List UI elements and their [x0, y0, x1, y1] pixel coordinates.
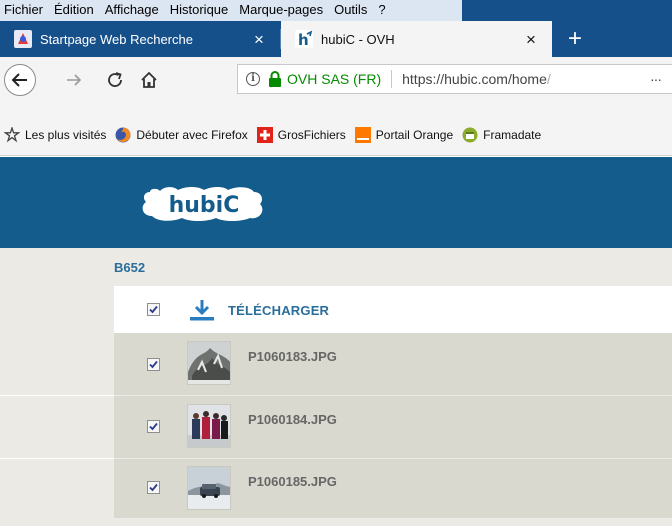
file-checkbox[interactable] [147, 481, 160, 494]
home-button[interactable] [136, 67, 162, 93]
check-icon [149, 360, 158, 369]
bookmark-label: Débuter avec Firefox [136, 127, 248, 142]
swiss-cross-icon [256, 126, 273, 143]
close-icon[interactable]: × [522, 31, 540, 48]
file-thumbnail[interactable] [187, 466, 231, 510]
download-icon[interactable] [188, 298, 216, 322]
bookmark-les-plus-visites[interactable]: Les plus visités [4, 126, 107, 143]
tab-title: Startpage Web Recherche [40, 31, 193, 47]
file-row[interactable]: P1060183.JPG [0, 333, 672, 395]
url-faded: / [546, 71, 551, 87]
file-name[interactable]: P1060185.JPG [248, 474, 337, 489]
menu-item-help[interactable]: ? [378, 2, 385, 17]
startpage-icon [14, 30, 32, 48]
page-bottom-strip [0, 518, 672, 526]
check-icon [149, 422, 158, 431]
file-thumbnail[interactable] [187, 341, 231, 385]
reload-icon [108, 72, 122, 87]
bookmark-label: Portail Orange [375, 127, 454, 142]
menu-item-affichage[interactable]: Affichage [105, 2, 159, 17]
url-bar[interactable]: i OVH SAS (FR) https://hubic.com/home/ ·… [237, 64, 672, 94]
bookmark-label: Framadate [483, 127, 542, 142]
identity-label[interactable]: OVH SAS (FR) [287, 71, 381, 87]
file-toolbar: TÉLÉCHARGER [0, 286, 672, 333]
file-thumbnail[interactable] [187, 404, 231, 448]
logo-text: hubiC [169, 193, 240, 218]
url-main: https://hubic.com/home [402, 71, 547, 87]
arrow-left-icon [11, 73, 27, 87]
file-checkbox[interactable] [147, 358, 160, 371]
menu-item-outils[interactable]: Outils [334, 2, 367, 17]
bookmarks-toolbar: Les plus visités Débuter avec Firefox Gr… [0, 114, 672, 156]
arrow-right-icon [67, 74, 82, 86]
tab-bar: Startpage Web Recherche × h hubiC - OVH … [0, 21, 672, 57]
bookmark-grosfichiers[interactable]: GrosFichiers [256, 126, 346, 143]
check-icon [149, 483, 158, 492]
navigation-bar: i OVH SAS (FR) https://hubic.com/home/ ·… [0, 57, 672, 114]
framadate-icon [462, 127, 478, 143]
orange-icon [354, 126, 371, 143]
firefox-icon [115, 127, 131, 143]
tab-title: hubiC - OVH [321, 31, 395, 47]
menu-item-fichier[interactable]: Fichier [4, 2, 43, 17]
hubic-header: hubiC [0, 157, 672, 248]
url-separator [391, 70, 393, 88]
back-button[interactable] [4, 64, 36, 96]
breadcrumb[interactable]: B652 [114, 260, 145, 275]
gear-star-icon [4, 126, 20, 143]
breadcrumb-bar: B652 [0, 248, 672, 286]
info-icon[interactable]: i [246, 72, 260, 86]
more-icon[interactable]: ··· [650, 71, 672, 87]
file-row[interactable]: P1060185.JPG [0, 459, 672, 518]
download-button[interactable]: TÉLÉCHARGER [228, 303, 329, 318]
close-icon[interactable]: × [250, 31, 268, 48]
menu-item-historique[interactable]: Historique [170, 2, 229, 17]
lock-icon[interactable] [268, 71, 282, 87]
tab-startpage[interactable]: Startpage Web Recherche × [0, 21, 280, 57]
bookmark-portail-orange[interactable]: Portail Orange [354, 126, 454, 143]
check-icon [149, 305, 158, 314]
file-name[interactable]: P1060184.JPG [248, 412, 337, 427]
bookmark-debuter-avec-firefox[interactable]: Débuter avec Firefox [115, 127, 248, 143]
bookmark-framadate[interactable]: Framadate [462, 127, 541, 143]
reload-button[interactable] [102, 67, 128, 93]
menu-bar: Fichier Édition Affichage Historique Mar… [0, 0, 672, 21]
file-name[interactable]: P1060183.JPG [248, 349, 337, 364]
select-all-checkbox[interactable] [147, 303, 160, 316]
file-checkbox[interactable] [147, 420, 160, 433]
bookmark-label: GrosFichiers [277, 127, 346, 142]
menu-item-edition[interactable]: Édition [54, 2, 94, 17]
new-tab-button[interactable]: + [560, 21, 590, 57]
hubic-h-icon: h [295, 30, 313, 48]
home-icon [141, 71, 157, 88]
url-text[interactable]: https://hubic.com/home/ [402, 71, 650, 87]
file-row[interactable]: P1060184.JPG [0, 396, 672, 458]
menu-item-marque-pages[interactable]: Marque-pages [239, 2, 323, 17]
forward-button[interactable] [61, 67, 87, 93]
hubic-logo[interactable]: hubiC [140, 186, 268, 225]
bookmark-label: Les plus visités [25, 127, 107, 142]
tab-hubic[interactable]: h hubiC - OVH × [281, 21, 552, 57]
